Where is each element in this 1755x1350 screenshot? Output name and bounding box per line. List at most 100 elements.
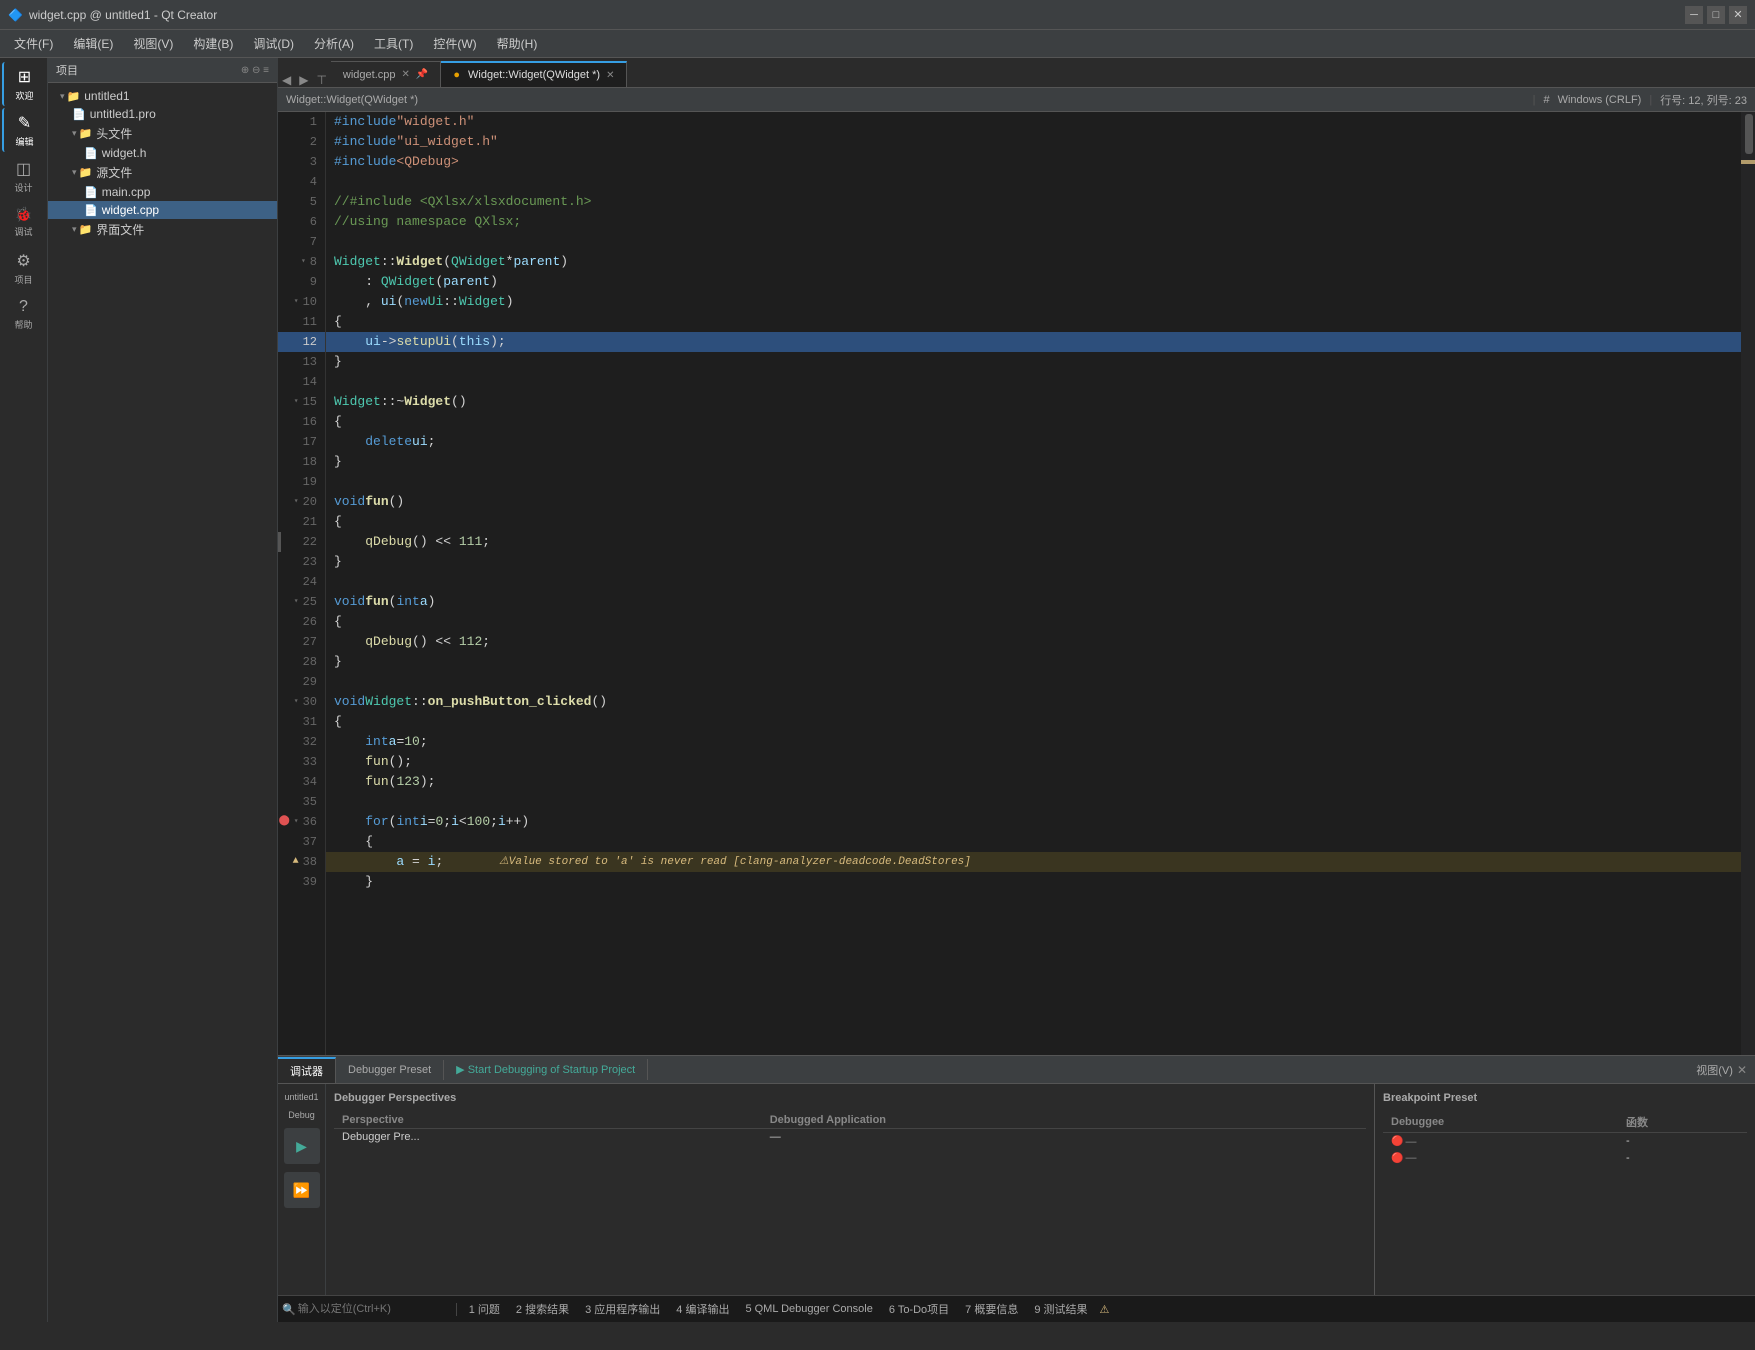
debug-build-button[interactable]: ⏩	[284, 1172, 320, 1208]
scrollbar-thumb[interactable]	[1745, 114, 1753, 154]
debug-icon: 🐞	[15, 206, 32, 223]
maximize-button[interactable]: □	[1707, 6, 1725, 24]
tab-close-widget-cpp[interactable]: ✕	[402, 69, 410, 80]
menu-tools[interactable]: 工具(T)	[364, 31, 423, 56]
fold-15[interactable]: ▾	[294, 392, 299, 412]
help-label: 帮助	[14, 318, 32, 331]
perspective-val: Debugger Pre...	[334, 1129, 762, 1146]
menu-help[interactable]: 帮助(H)	[487, 31, 548, 56]
fold-30[interactable]: ▾	[294, 692, 299, 712]
code-line-38: a = i; ⚠Value stored to 'a' is never rea…	[326, 852, 1741, 872]
warning-status-icon: ⚠	[1100, 1303, 1110, 1316]
project-label: 项目	[14, 273, 32, 286]
menu-edit[interactable]: 编辑(E)	[63, 31, 123, 56]
editor-right-scrollbar[interactable]	[1741, 112, 1755, 1055]
code-line-4	[326, 172, 1741, 192]
status-tab-search[interactable]: 2 搜索结果	[508, 1299, 577, 1319]
tree-item-sources[interactable]: ▾ 📁 源文件	[48, 162, 277, 183]
minimize-button[interactable]: ─	[1685, 6, 1703, 24]
tree-label-pro: untitled1.pro	[90, 107, 156, 121]
sidebar-item-help[interactable]: ? 帮助	[2, 292, 46, 336]
tree-item-pro[interactable]: 📄 untitled1.pro	[48, 105, 277, 123]
code-editor[interactable]: 1 2 3 4 5 6 7 ▾8 9 ▾10 11 12 13 14 ▾15 1…	[278, 112, 1741, 1055]
tree-label-ui: 界面文件	[96, 221, 144, 238]
tree-item-headers[interactable]: ▾ 📁 头文件	[48, 123, 277, 144]
code-line-11: {	[326, 312, 1741, 332]
folder-icon-ui: 📁	[79, 223, 93, 236]
code-line-37: {	[326, 832, 1741, 852]
fold-10[interactable]: ▾	[294, 292, 299, 312]
debugger-perspectives-table: Perspective Debugged Application Debugge…	[334, 1112, 1366, 1145]
ln-29: 29	[278, 672, 325, 692]
edit-icon: ✎	[18, 113, 31, 133]
menu-build[interactable]: 构建(B)	[183, 31, 243, 56]
folder-icon: 📁	[67, 90, 81, 103]
tab-nav-prev[interactable]: ◀	[278, 73, 295, 87]
close-button[interactable]: ✕	[1729, 6, 1747, 24]
welcome-label: 欢迎	[15, 89, 33, 102]
status-tab-summary[interactable]: 7 概要信息	[957, 1299, 1026, 1319]
ln-22: 22	[278, 532, 325, 552]
bottom-tab-debugger[interactable]: 调试器	[278, 1057, 336, 1083]
tree-item-ui[interactable]: ▾ 📁 界面文件	[48, 219, 277, 240]
tree-item-root[interactable]: ▾ 📁 untitled1	[48, 87, 277, 105]
main-layout: ⊞ 欢迎 ✎ 编辑 ◫ 设计 🐞 调试 ⚙ 项目 ? 帮助 项目 ⊕ ⊖ ≡	[0, 58, 1755, 1322]
bottom-tab-preset[interactable]: Debugger Preset	[336, 1060, 444, 1080]
breakpoint-preset-table: Debuggee 函数 🔴— -	[1383, 1112, 1747, 1166]
project-icon: ⚙	[16, 251, 30, 271]
tree-item-main-cpp[interactable]: 📄 main.cpp	[48, 183, 277, 201]
sidebar-item-design[interactable]: ◫ 设计	[2, 154, 46, 198]
sidebar-item-project[interactable]: ⚙ 项目	[2, 246, 46, 290]
sidebar-item-welcome[interactable]: ⊞ 欢迎	[2, 62, 46, 106]
menu-debug[interactable]: 调试(D)	[243, 31, 304, 56]
status-tab-qml-debug[interactable]: 5 QML Debugger Console	[737, 1301, 880, 1317]
tab-pin[interactable]: 📌	[416, 69, 428, 80]
fold-25[interactable]: ▾	[294, 592, 299, 612]
fold-20[interactable]: ▾	[294, 492, 299, 512]
status-tab-app-output[interactable]: 3 应用程序输出	[577, 1299, 668, 1319]
tab-filter[interactable]: ⊤	[312, 73, 330, 87]
tab-close-constructor[interactable]: ✕	[606, 70, 614, 81]
ln-25: ▾25	[278, 592, 325, 612]
ln-34: 34	[278, 772, 325, 792]
code-line-18: }	[326, 452, 1741, 472]
menu-view[interactable]: 视图(V)	[123, 31, 183, 56]
status-tab-todo[interactable]: 6 To-Do项目	[881, 1299, 957, 1319]
ln-23: 23	[278, 552, 325, 572]
tab-widget-cpp[interactable]: widget.cpp ✕ 📌	[331, 61, 441, 87]
debug-run-button[interactable]: ▶	[284, 1128, 320, 1164]
fold-36[interactable]: ▾	[294, 812, 299, 832]
fold-8[interactable]: ▾	[301, 252, 306, 272]
bp-icon-2: 🔴	[1391, 1153, 1403, 1164]
ln-21: 21	[278, 512, 325, 532]
code-line-34: fun(123);	[326, 772, 1741, 792]
menu-analyze[interactable]: 分析(A)	[304, 31, 364, 56]
help-icon: ?	[19, 298, 28, 316]
menu-controls[interactable]: 控件(W)	[423, 31, 486, 56]
tree-item-widget-cpp[interactable]: 📄 widget.cpp	[48, 201, 277, 219]
code-content[interactable]: #include "widget.h" #include "ui_widget.…	[326, 112, 1741, 1055]
ln-27: 27	[278, 632, 325, 652]
search-input[interactable]	[298, 1303, 448, 1315]
code-line-5: //#include <QXlsx/xlsxdocument.h>	[326, 192, 1741, 212]
tab-widget-constructor[interactable]: ● Widget::Widget(QWidget *) ✕	[441, 61, 627, 87]
view-close[interactable]: ✕	[1737, 1063, 1747, 1077]
ln-2: 2	[278, 132, 325, 152]
ln-14: 14	[278, 372, 325, 392]
code-line-24	[326, 572, 1741, 592]
status-tab-issues[interactable]: 1 问题	[461, 1299, 508, 1319]
tab-nav-next[interactable]: ▶	[295, 73, 312, 87]
bp-func-1: -	[1618, 1133, 1747, 1150]
status-tab-tests[interactable]: 9 测试结果	[1026, 1299, 1095, 1319]
status-tab-compile[interactable]: 4 编译输出	[668, 1299, 737, 1319]
bottom-tab-start-debug[interactable]: ▶ Start Debugging of Startup Project	[444, 1059, 648, 1080]
tree-item-widget-h[interactable]: 📄 widget.h	[48, 144, 277, 162]
sidebar-item-edit[interactable]: ✎ 编辑	[2, 108, 46, 152]
info-sep1: |	[1533, 94, 1536, 106]
menu-file[interactable]: 文件(F)	[4, 31, 63, 56]
code-line-36: for (int i = 0; i < 100; i++)	[326, 812, 1741, 832]
sidebar-item-debug[interactable]: 🐞 调试	[2, 200, 46, 244]
ln-20: ▾20	[278, 492, 325, 512]
view-label[interactable]: 视图(V)	[1696, 1062, 1733, 1078]
bottom-panel: 调试器 Debugger Preset ▶ Start Debugging of…	[278, 1055, 1755, 1295]
